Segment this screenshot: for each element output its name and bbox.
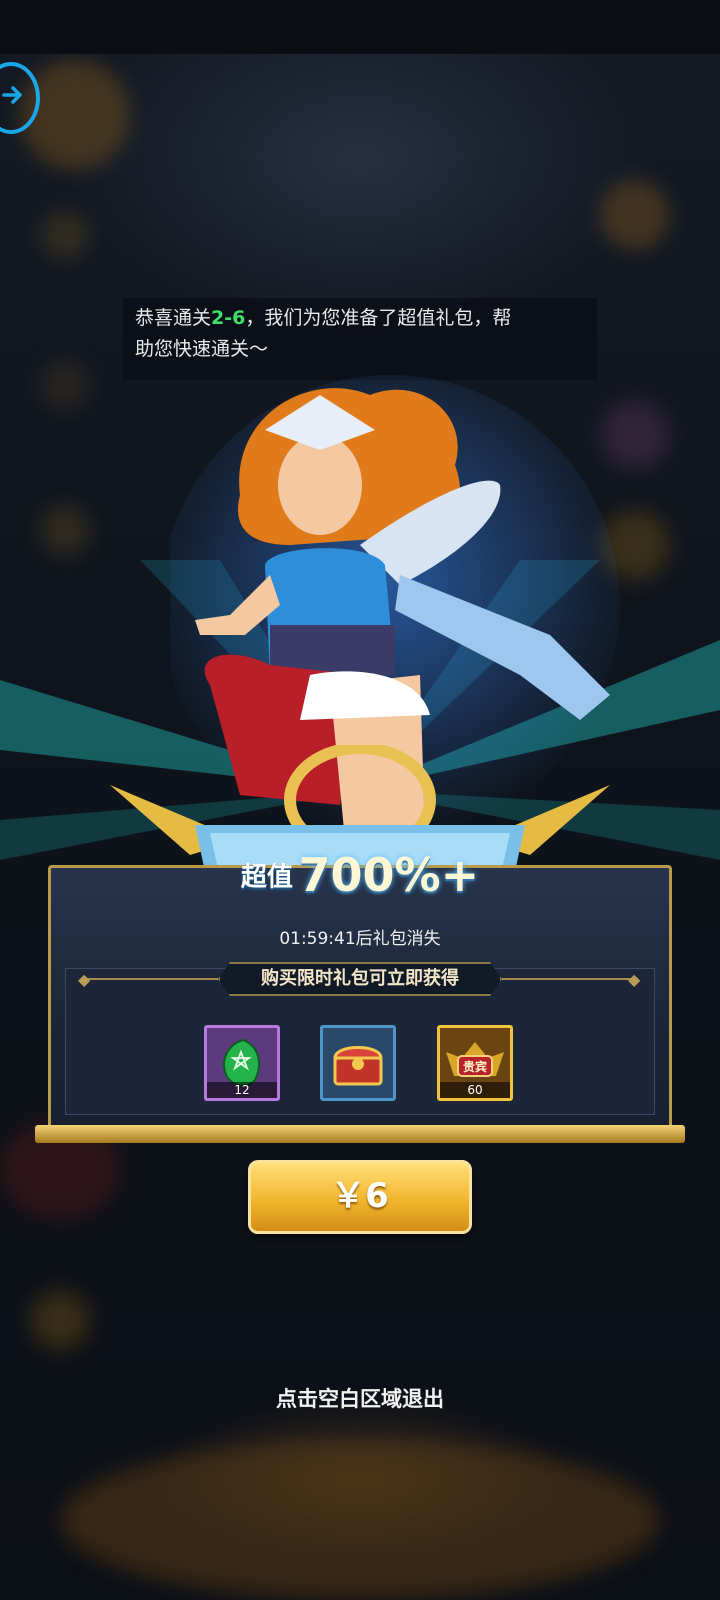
- buy-price-button[interactable]: ￥6: [248, 1160, 472, 1234]
- reward-item-green-gem[interactable]: 12: [204, 1025, 280, 1101]
- ornament-left-icon: ◆: [78, 970, 91, 989]
- value-badge: 超值 700%+: [0, 848, 720, 902]
- tip-stage: 2-6: [211, 307, 246, 329]
- divider-left: [82, 978, 218, 980]
- tap-to-exit-hint[interactable]: 点击空白区域退出: [0, 1383, 720, 1413]
- reward-subtitle: 购买限时礼包可立即获得: [218, 962, 502, 996]
- arrow-right-icon: [2, 86, 22, 104]
- divider-right: [502, 978, 638, 980]
- badge-value: 700%+: [298, 848, 480, 902]
- badge-label: 超值: [240, 862, 293, 893]
- congrats-tip: 恭喜通关2-6，我们为您准备了超值礼包，帮 助您快速通关～: [123, 298, 597, 380]
- tip-line1-rest: ，我们为您准备了超值礼包，帮: [245, 307, 512, 329]
- reward-item-treasure-chest[interactable]: [320, 1025, 396, 1101]
- panel-gold-rim: [35, 1125, 685, 1143]
- item-count: 12: [207, 1082, 277, 1098]
- tip-line2: 助您快速通关～: [135, 338, 269, 360]
- svg-text:贵宾: 贵宾: [463, 1059, 487, 1074]
- tip-prefix: 恭喜通关: [135, 307, 212, 329]
- status-bar: [0, 0, 720, 54]
- item-count: [323, 1082, 393, 1098]
- item-count: 60: [440, 1082, 510, 1098]
- countdown-timer: 01:59:41后礼包消失: [279, 929, 441, 949]
- ornament-right-icon: ◆: [628, 970, 641, 989]
- reward-item-vip-emblem[interactable]: 贵宾 60: [437, 1025, 513, 1101]
